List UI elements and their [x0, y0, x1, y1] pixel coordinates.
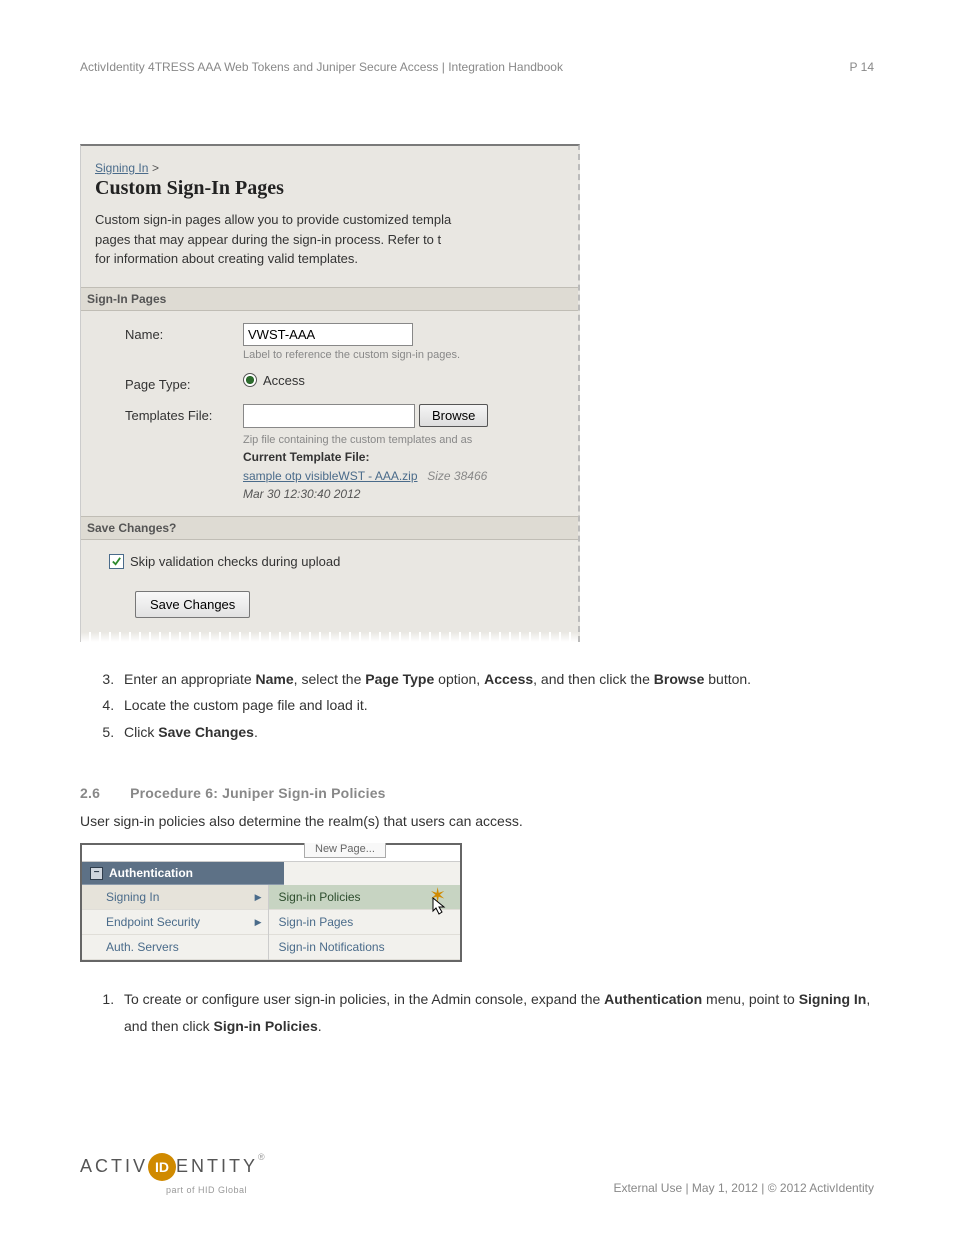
doc-header: ActivIdentity 4TRESS AAA Web Tokens and …: [80, 60, 874, 74]
sec26-title: Procedure 6: Juniper Sign-in Policies: [130, 785, 386, 801]
skip-validation-label: Skip validation checks during upload: [130, 554, 340, 569]
step-5: Click Save Changes.: [118, 719, 874, 746]
templates-help: Zip file containing the custom templates…: [243, 434, 472, 446]
section-2-6: 2.6 Procedure 6: Juniper Sign-in Policie…: [80, 785, 874, 1039]
radio-access[interactable]: [243, 373, 257, 387]
signin-pages-panel: Signing In > Custom Sign-In Pages Custom…: [80, 144, 580, 642]
menu-screenshot: New Page... − Authentication Signing In …: [80, 843, 462, 962]
logo-id-icon: ID: [148, 1153, 176, 1181]
doc-header-right: P 14: [850, 60, 874, 74]
doc-footer: ACTIVIDENTITY® part of HID Global Extern…: [80, 1153, 874, 1195]
templates-label: Templates File:: [125, 404, 243, 423]
collapse-icon[interactable]: −: [90, 867, 103, 880]
template-file-date: Mar 30 12:30:40 2012: [243, 487, 360, 501]
step-b-1: To create or configure user sign-in poli…: [118, 986, 874, 1039]
name-help: Label to reference the custom sign-in pa…: [243, 349, 578, 361]
sec26-number: 2.6: [80, 785, 126, 801]
logo: ACTIVIDENTITY® part of HID Global: [80, 1153, 268, 1195]
steps-list-b: To create or configure user sign-in poli…: [80, 986, 874, 1039]
templates-file-input[interactable]: [243, 404, 415, 428]
template-file-size: Size 38466: [421, 469, 488, 483]
panel-title: Custom Sign-In Pages: [95, 177, 578, 200]
section-signin-pages: Sign-In Pages: [81, 287, 578, 311]
panel-intro: Custom sign-in pages allow you to provid…: [95, 210, 578, 269]
skip-validation-checkbox[interactable]: [109, 554, 124, 569]
section-save-changes: Save Changes?: [81, 516, 578, 540]
logo-subtitle: part of HID Global: [166, 1185, 268, 1195]
torn-edge: [81, 632, 578, 642]
browse-button[interactable]: Browse: [419, 404, 488, 427]
step-3: Enter an appropriate Name, select the Pa…: [118, 666, 874, 693]
submenu-signing-in[interactable]: Signing In ▶: [82, 885, 268, 910]
flyout-signin-notifications[interactable]: Sign-in Notifications: [269, 935, 460, 960]
flyout-signin-policies[interactable]: Sign-in Policies ✶: [269, 885, 460, 910]
name-input[interactable]: [243, 323, 413, 346]
template-file-link[interactable]: sample otp visibleWST - AAA.zip: [243, 469, 418, 483]
chevron-right-icon: ▶: [255, 917, 262, 928]
step-4: Locate the custom page file and load it.: [118, 692, 874, 719]
menu-authentication[interactable]: − Authentication: [82, 862, 284, 885]
chevron-right-icon: ▶: [255, 892, 262, 903]
breadcrumb-sep: >: [152, 161, 159, 175]
submenu-endpoint-security[interactable]: Endpoint Security ▶: [82, 910, 268, 935]
pagetype-label: Page Type:: [125, 373, 243, 392]
save-changes-button[interactable]: Save Changes: [135, 591, 250, 618]
steps-list-a: Enter an appropriate Name, select the Pa…: [80, 666, 874, 746]
breadcrumb-link-signing-in[interactable]: Signing In: [95, 161, 148, 175]
submenu-auth-servers[interactable]: Auth. Servers: [82, 935, 268, 960]
doc-header-left: ActivIdentity 4TRESS AAA Web Tokens and …: [80, 60, 563, 74]
name-label: Name:: [125, 323, 243, 342]
footer-text: External Use | May 1, 2012 | © 2012 Acti…: [613, 1181, 874, 1195]
partial-new-page-button: New Page...: [304, 843, 386, 858]
check-icon: [111, 556, 122, 567]
flyout-signin-pages[interactable]: Sign-in Pages: [269, 910, 460, 935]
pagetype-value: Access: [263, 373, 305, 388]
sec26-intro: User sign-in policies also determine the…: [80, 813, 874, 829]
current-template-label: Current Template File:: [243, 450, 369, 464]
